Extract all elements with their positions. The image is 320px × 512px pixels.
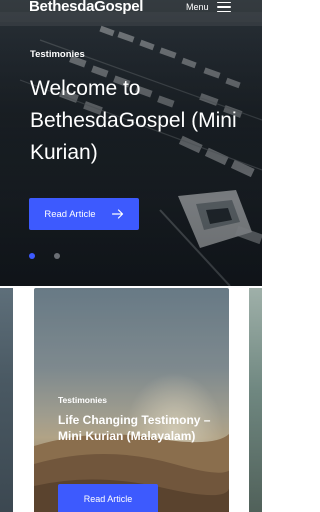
slider-dot-active[interactable] <box>29 253 35 259</box>
page: BethesdaGospel Menu Testimonies Welcome … <box>0 0 262 512</box>
article-carousel: Testimonies Life Changing Testimony – Mi… <box>0 286 262 512</box>
menu-button[interactable]: Menu <box>186 0 231 14</box>
slider-dot[interactable] <box>54 253 60 259</box>
arrow-right-icon <box>111 209 123 219</box>
hero-read-article-label: Read Article <box>44 208 96 220</box>
card-title[interactable]: Life Changing Testimony – Mini Kurian (M… <box>58 412 218 444</box>
previous-card-peek[interactable] <box>0 288 13 512</box>
hero-slider: BethesdaGospel Menu Testimonies Welcome … <box>0 0 262 286</box>
hero-read-article-button[interactable]: Read Article <box>29 198 139 230</box>
menu-label: Menu <box>186 2 209 12</box>
hamburger-icon <box>216 1 231 13</box>
article-card[interactable]: Testimonies Life Changing Testimony – Mi… <box>34 288 229 512</box>
card-read-article-button[interactable]: Read Article <box>58 484 158 512</box>
next-card-peek[interactable] <box>249 288 262 512</box>
hero-title: Welcome to BethesdaGospel (Mini Kurian) <box>30 77 237 164</box>
card-category-label[interactable]: Testimonies <box>58 395 107 405</box>
slider-pagination <box>29 253 60 259</box>
site-logo[interactable]: BethesdaGospel <box>29 0 143 15</box>
hero-category-label[interactable]: Testimonies <box>30 49 85 60</box>
top-navigation-bar: BethesdaGospel Menu <box>0 0 262 18</box>
